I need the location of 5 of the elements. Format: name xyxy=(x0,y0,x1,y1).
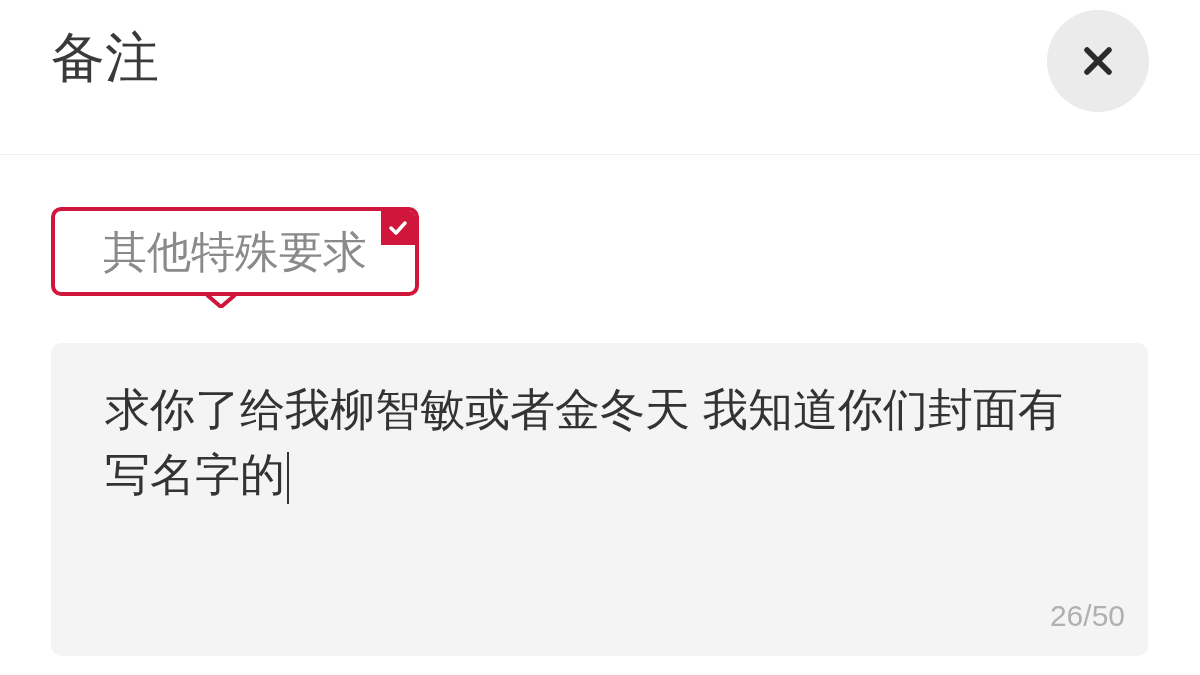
remark-field[interactable]: 求你了给我柳智敏或者金冬天 我知道你们封面有写名字的 26/50 xyxy=(51,343,1148,656)
dialog-title: 备注 xyxy=(51,26,159,89)
character-counter: 26/50 xyxy=(1049,598,1125,634)
check-icon xyxy=(381,211,415,245)
text-cursor-icon xyxy=(287,452,289,505)
